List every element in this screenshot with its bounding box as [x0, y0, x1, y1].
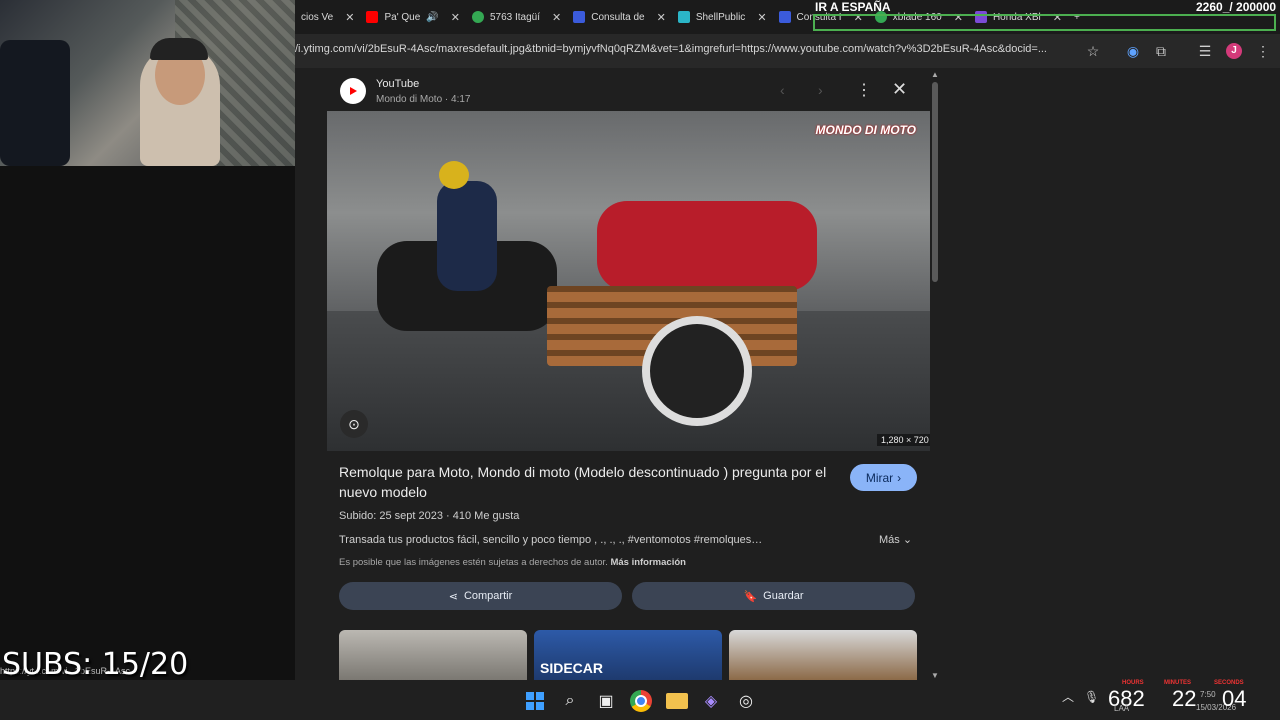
related-thumbnail[interactable] — [339, 630, 527, 680]
more-label: Más — [879, 534, 900, 546]
related-thumbnail[interactable]: SIDECAR — [534, 630, 722, 680]
maps-pin-icon — [471, 11, 484, 23]
extensions-icon[interactable]: ⧉ — [1153, 43, 1169, 59]
watermark-logo: MONDO DI MOTO — [815, 123, 916, 137]
tab-2[interactable]: 5763 Itagüí ✕ — [466, 3, 567, 31]
reading-list-icon[interactable]: ☰ — [1197, 43, 1213, 59]
language-indicator[interactable]: LAA — [1114, 704, 1129, 713]
close-icon[interactable]: ✕ — [451, 11, 460, 24]
scroll-up-icon[interactable]: ▲ — [931, 70, 939, 79]
tab-label: Consulta de — [591, 11, 645, 23]
result-meta: Subido: 25 sept 2023 · 410 Me gusta — [339, 510, 520, 522]
webcam-feed — [0, 0, 295, 166]
save-label: Guardar — [763, 590, 804, 602]
source-meta: Mondo di Moto · 4:17 — [376, 94, 471, 105]
save-button[interactable]: 🔖 Guardar — [632, 582, 915, 610]
youtube-icon — [366, 11, 379, 23]
scroll-down-icon[interactable]: ▼ — [931, 671, 939, 680]
windows-start-icon[interactable] — [524, 690, 546, 712]
task-view-icon[interactable]: ▣ — [595, 690, 617, 712]
result-description: Transada tus productos fácil, sencillo y… — [339, 534, 763, 546]
next-icon[interactable]: › — [818, 82, 823, 98]
tab-4[interactable]: ShellPublic ✕ — [672, 3, 773, 31]
share-button[interactable]: ⋖ Compartir — [339, 582, 622, 610]
copyright-notice: Es posible que las imágenes estén sujeta… — [339, 557, 686, 568]
youtube-logo-icon — [340, 78, 366, 104]
close-icon[interactable]: ✕ — [552, 11, 561, 24]
stream-goal-counter: 2260_/ 200000 — [1196, 0, 1277, 14]
share-icon: ⋖ — [448, 590, 458, 603]
address-bar-row: /i.ytimg.com/vi/2bEsuR-4Asc/maxresdefaul… — [295, 34, 1280, 68]
chrome-icon[interactable] — [630, 690, 652, 712]
profile-avatar[interactable]: J — [1226, 43, 1242, 59]
scrollbar[interactable]: ▲ ▼ — [930, 70, 940, 680]
menu-kebab-icon[interactable]: ⋮ — [1255, 43, 1271, 59]
clock-time[interactable]: 7:50 — [1200, 690, 1216, 699]
url-field[interactable]: /i.ytimg.com/vi/2bEsuR-4Asc/maxresdefaul… — [295, 43, 1077, 55]
search-icon[interactable]: ⌕ — [559, 690, 581, 712]
close-icon[interactable]: ✕ — [345, 11, 354, 24]
share-label: Compartir — [463, 590, 513, 602]
tab-0[interactable]: cios Ve ✕ — [295, 3, 360, 31]
tab-3[interactable]: Consulta de ✕ — [567, 3, 672, 31]
tab-label: Pa' Que — [384, 11, 421, 23]
chevron-down-icon: ⌄ — [902, 534, 913, 546]
tab-label: ShellPublic — [695, 11, 746, 23]
related-thumbnail[interactable] — [729, 630, 917, 680]
tab-label: 5763 Itagüí — [489, 11, 541, 23]
app-icon[interactable]: ◈ — [700, 690, 722, 712]
tab-label: cios Ve — [301, 11, 334, 23]
subs-counter: SUBS: 15/20 — [2, 647, 189, 682]
timer-minutes: 22 — [1172, 686, 1197, 711]
previous-icon[interactable]: ‹ — [780, 82, 785, 98]
system-tray[interactable]: ︿ 🎙 — [1062, 688, 1099, 705]
left-background — [0, 166, 295, 680]
more-info-link[interactable]: Más información — [610, 557, 686, 568]
stream-goal-title: IR A ESPAÑA — [815, 0, 891, 14]
close-icon[interactable]: ✕ — [657, 11, 666, 24]
site-icon — [677, 11, 690, 23]
result-title[interactable]: Remolque para Moto, Mondo di moto (Model… — [339, 462, 839, 502]
timer-seconds: 04 — [1222, 686, 1247, 711]
image-dimensions: 1,280 × 720 — [877, 434, 933, 446]
copyright-text: Es posible que las imágenes estén sujeta… — [339, 557, 608, 568]
close-icon[interactable]: ✕ — [757, 11, 766, 24]
speaker-icon[interactable]: 🔊 — [426, 12, 438, 23]
right-background — [940, 70, 1280, 680]
more-button[interactable]: Más ⌄ — [879, 533, 912, 546]
visit-label: Mirar — [865, 470, 894, 485]
bookmark-icon: 🔖 — [743, 590, 758, 603]
obs-icon[interactable]: ◎ — [735, 690, 757, 712]
source-name[interactable]: YouTube — [376, 78, 419, 90]
bookmark-star-icon[interactable]: ☆ — [1085, 43, 1101, 59]
chevron-up-icon[interactable]: ︿ — [1062, 690, 1074, 704]
site-icon — [778, 11, 791, 23]
file-explorer-icon[interactable] — [666, 693, 688, 709]
more-options-icon[interactable]: ⋮ — [856, 80, 872, 100]
mic-icon[interactable]: 🎙 — [1084, 690, 1099, 704]
scrollbar-thumb[interactable] — [932, 82, 938, 282]
lens-search-icon[interactable]: ⊙ — [340, 410, 368, 438]
close-panel-icon[interactable]: ✕ — [892, 79, 907, 100]
tab-1[interactable]: Pa' Que 🔊 ✕ — [360, 3, 466, 31]
visit-button[interactable]: Mirar › — [850, 464, 917, 491]
image-preview[interactable]: MONDO DI MOTO — [327, 111, 930, 451]
thumbnail-label: SIDECAR — [540, 660, 604, 676]
cast-icon[interactable]: ◉ — [1125, 43, 1141, 59]
stream-goal-progress — [813, 14, 1276, 31]
site-icon — [573, 11, 586, 23]
chevron-right-icon: › — [897, 470, 902, 485]
